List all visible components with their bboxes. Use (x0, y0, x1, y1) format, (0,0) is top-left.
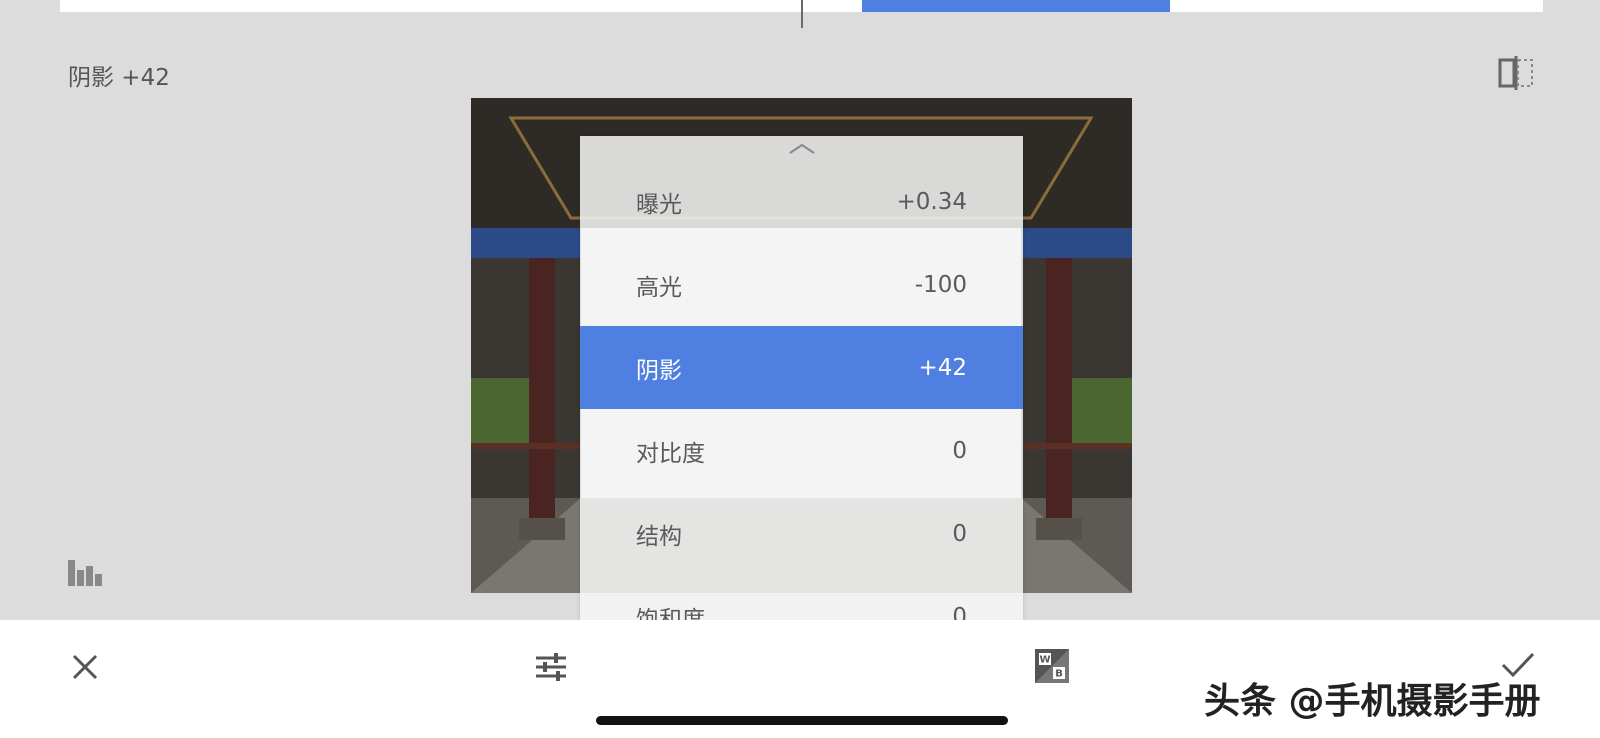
menu-item-value: 0 (952, 520, 967, 547)
bottom-toolbar: W B 头条 @手机摄影手册 (0, 620, 1600, 738)
compare-icon[interactable] (1498, 56, 1534, 90)
sliders-icon[interactable] (534, 650, 568, 684)
menu-item-value: -100 (914, 271, 967, 298)
menu-item-contrast[interactable]: 对比度 0 (580, 409, 1023, 492)
menu-item-label: 高光 (636, 274, 682, 301)
home-indicator[interactable] (596, 716, 1008, 725)
menu-item-label: 对比度 (636, 440, 705, 467)
close-icon[interactable] (70, 652, 100, 682)
menu-item-highlights[interactable]: 高光 -100 (580, 243, 1023, 326)
menu-item-saturation[interactable]: 饱和度 0 (580, 575, 1023, 621)
editor-canvas: 阴影 +42 曝光 +0.34 高光 -100 阴影 +42 对比度 0 结构 … (0, 0, 1600, 620)
menu-item-label: 曝光 (636, 191, 682, 218)
slider-center-marker (801, 0, 803, 28)
menu-item-value: 0 (952, 603, 967, 621)
svg-text:W: W (1039, 655, 1050, 666)
chevron-up-icon[interactable] (580, 140, 1023, 160)
histogram-icon[interactable] (68, 558, 106, 586)
white-balance-icon[interactable]: W B (1034, 648, 1070, 684)
menu-item-value: +42 (918, 354, 967, 381)
svg-text:B: B (1055, 669, 1063, 680)
menu-item-label: 结构 (636, 523, 682, 550)
slider-fill (862, 0, 1170, 12)
menu-item-structure[interactable]: 结构 0 (580, 492, 1023, 575)
adjustment-menu: 曝光 +0.34 高光 -100 阴影 +42 对比度 0 结构 0 饱和度 0 (580, 136, 1023, 620)
watermark-text: 头条 @手机摄影手册 (1204, 681, 1541, 722)
menu-item-shadows[interactable]: 阴影 +42 (580, 326, 1023, 409)
menu-item-value: +0.34 (896, 188, 967, 215)
menu-item-exposure[interactable]: 曝光 +0.34 (580, 160, 1023, 243)
menu-item-label: 阴影 (636, 357, 682, 384)
adjustment-status-label: 阴影 +42 (68, 65, 170, 91)
menu-item-value: 0 (952, 437, 967, 464)
menu-item-label: 饱和度 (636, 606, 705, 621)
